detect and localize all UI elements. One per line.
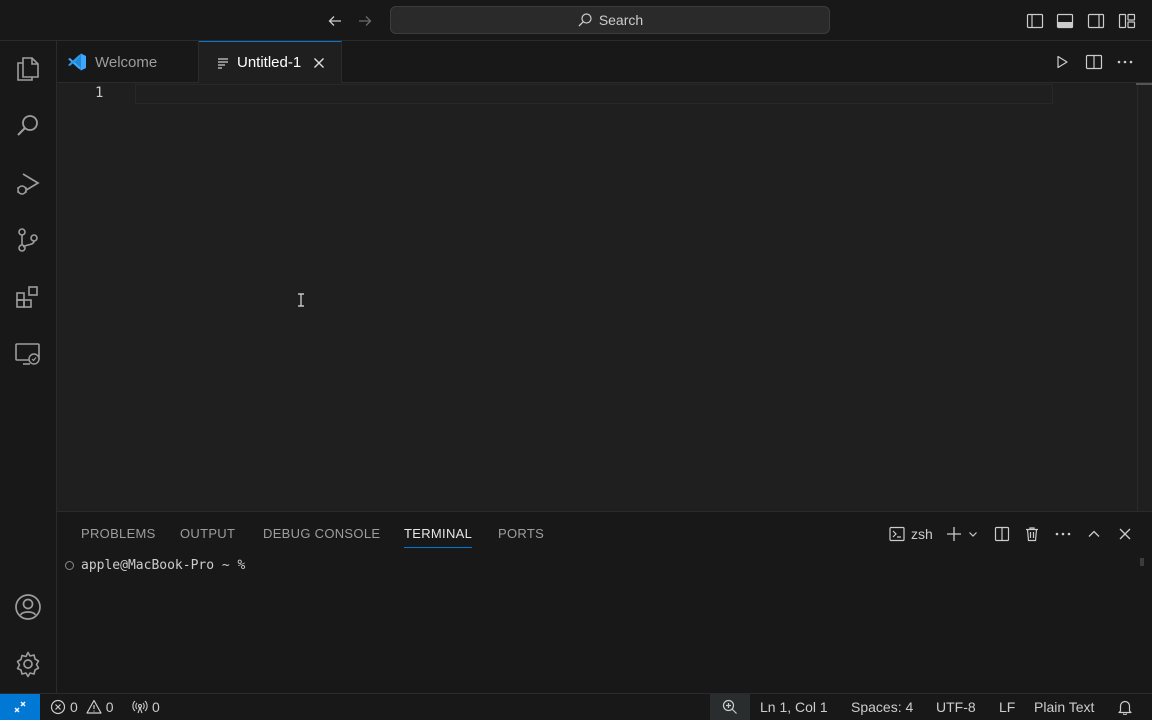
extensions-icon[interactable] bbox=[12, 281, 44, 313]
tab-ports[interactable]: PORTS bbox=[498, 526, 544, 548]
toggle-panel-icon[interactable] bbox=[1054, 10, 1076, 32]
terminal-shell-selector[interactable]: zsh bbox=[889, 523, 933, 545]
text-cursor-icon bbox=[296, 293, 306, 307]
current-line-highlight bbox=[135, 84, 1053, 104]
search-label: Search bbox=[598, 12, 644, 28]
command-decoration-icon bbox=[65, 561, 74, 570]
source-control-icon[interactable] bbox=[12, 224, 44, 256]
ports-count: 0 bbox=[152, 699, 160, 715]
tab-label: Welcome bbox=[95, 53, 158, 71]
tab-terminal[interactable]: TERMINAL bbox=[404, 526, 473, 548]
terminal-prompt-line[interactable]: apple@MacBook-Pro ~ % bbox=[65, 558, 245, 573]
split-editor-icon[interactable] bbox=[1083, 51, 1105, 73]
broadcast-icon bbox=[132, 699, 148, 715]
editor-area[interactable]: 1 bbox=[57, 83, 1152, 511]
tab-debug-console[interactable]: DEBUG CONSOLE bbox=[263, 526, 380, 548]
run-icon[interactable] bbox=[1051, 51, 1073, 73]
accounts-icon[interactable] bbox=[12, 591, 44, 623]
tab-output[interactable]: OUTPUT bbox=[180, 526, 235, 548]
back-arrow-icon[interactable] bbox=[324, 10, 346, 32]
remote-indicator[interactable] bbox=[0, 694, 40, 720]
zoom-indicator[interactable] bbox=[710, 694, 750, 720]
more-actions-icon[interactable] bbox=[1052, 523, 1074, 545]
line-number: 1 bbox=[95, 85, 104, 101]
trash-icon[interactable] bbox=[1021, 523, 1043, 545]
warning-count: 0 bbox=[105, 699, 114, 715]
tab-welcome[interactable]: Welcome bbox=[57, 41, 199, 83]
text-file-icon bbox=[217, 57, 229, 69]
remote-icon bbox=[12, 699, 28, 715]
toggle-secondary-sidebar-icon[interactable] bbox=[1085, 10, 1107, 32]
warning-icon bbox=[86, 699, 102, 715]
vscode-logo-icon bbox=[67, 52, 87, 72]
title-bar: Search bbox=[0, 0, 1152, 41]
chevron-down-icon[interactable] bbox=[966, 523, 980, 545]
settings-gear-icon[interactable] bbox=[12, 648, 44, 680]
file-encoding[interactable]: UTF-8 bbox=[936, 694, 976, 720]
command-center-search[interactable]: Search bbox=[390, 6, 830, 34]
notifications-bell-icon[interactable] bbox=[1117, 694, 1133, 720]
ports-indicator[interactable]: 0 bbox=[132, 694, 160, 720]
search-view-icon[interactable] bbox=[12, 110, 44, 142]
tab-problems[interactable]: PROBLEMS bbox=[81, 526, 156, 548]
terminal-scrollbar[interactable] bbox=[1140, 558, 1144, 566]
maximize-panel-chevron-up-icon[interactable] bbox=[1083, 523, 1105, 545]
terminal-icon bbox=[889, 526, 905, 542]
toggle-primary-sidebar-icon[interactable] bbox=[1024, 10, 1046, 32]
editor-scrollbar[interactable] bbox=[1137, 83, 1138, 511]
remote-explorer-icon[interactable] bbox=[12, 338, 44, 370]
close-icon[interactable] bbox=[311, 55, 327, 71]
new-terminal-plus-icon[interactable] bbox=[945, 523, 963, 545]
end-of-line[interactable]: LF bbox=[999, 694, 1015, 720]
split-terminal-icon[interactable] bbox=[991, 523, 1013, 545]
terminal-shell-name: zsh bbox=[911, 526, 933, 542]
tab-untitled-1[interactable]: Untitled-1 bbox=[199, 41, 342, 83]
scrollbar-cursor-marker bbox=[1136, 83, 1152, 85]
cursor-position[interactable]: Ln 1, Col 1 bbox=[760, 694, 828, 720]
indentation[interactable]: Spaces: 4 bbox=[851, 694, 913, 720]
more-actions-icon[interactable] bbox=[1114, 51, 1136, 73]
zoom-in-icon bbox=[722, 699, 738, 715]
terminal-prompt: apple@MacBook-Pro ~ % bbox=[81, 558, 246, 573]
status-bar: 0 0 0 Ln 1, Col 1 Spaces: 4 UTF-8 LF Pla… bbox=[0, 693, 1152, 720]
error-count: 0 bbox=[70, 699, 78, 715]
forward-arrow-icon[interactable] bbox=[354, 10, 376, 32]
close-panel-icon[interactable] bbox=[1114, 523, 1136, 545]
language-mode[interactable]: Plain Text bbox=[1034, 694, 1094, 720]
customize-layout-icon[interactable] bbox=[1116, 10, 1138, 32]
activity-bar bbox=[0, 41, 57, 693]
editor-tab-bar: Welcome Untitled-1 bbox=[57, 41, 1152, 83]
explorer-icon[interactable] bbox=[12, 53, 44, 85]
problems-indicator[interactable]: 0 0 bbox=[50, 694, 114, 720]
run-and-debug-icon[interactable] bbox=[12, 167, 44, 199]
search-icon bbox=[577, 12, 593, 28]
bottom-panel: PROBLEMS OUTPUT DEBUG CONSOLE TERMINAL P… bbox=[57, 511, 1152, 693]
error-icon bbox=[50, 699, 66, 715]
tab-label: Untitled-1 bbox=[237, 54, 302, 71]
